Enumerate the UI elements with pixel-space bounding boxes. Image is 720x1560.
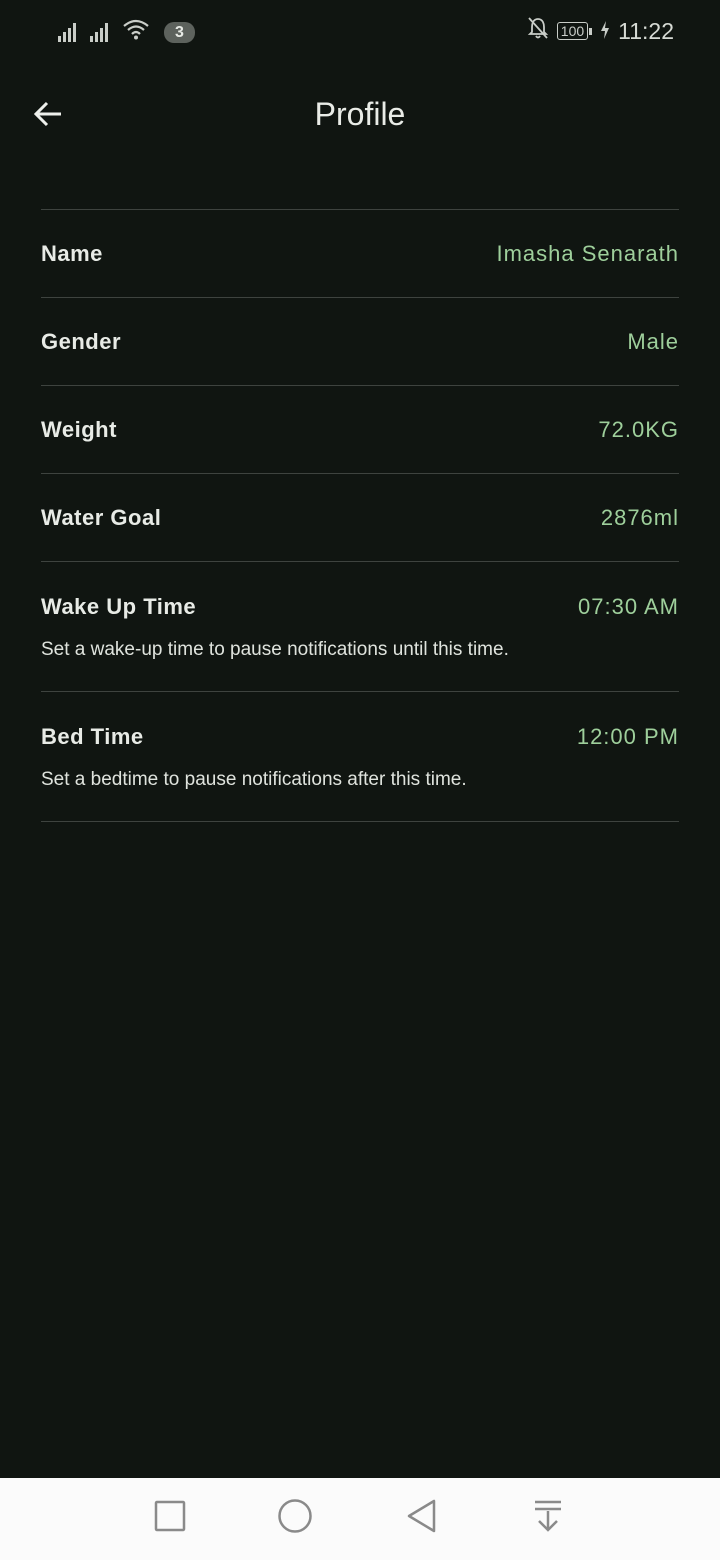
notification-pull-down-button[interactable] [530, 1500, 566, 1536]
profile-screen: 3 100 11:22 Profile Name Imasha Senarath… [0, 0, 720, 1560]
bed-time-label: Bed Time [41, 724, 144, 749]
back-nav-button[interactable] [404, 1499, 440, 1538]
status-right: 100 11:22 [527, 16, 674, 46]
gender-label: Gender [41, 328, 122, 354]
wake-up-time-description: Set a wake-up time to pause notification… [41, 639, 509, 660]
profile-settings-list: Name Imasha Senarath Gender Male Weight … [41, 209, 679, 822]
wake-up-time-row[interactable]: Wake Up Time 07:30 AM Set a wake-up time… [41, 562, 679, 692]
water-goal-label: Water Goal [41, 504, 162, 530]
home-circle-icon [277, 1498, 313, 1539]
wifi-icon [122, 18, 150, 46]
status-time: 11:22 [618, 17, 674, 44]
wake-up-time-value: 07:30 AM [578, 594, 679, 619]
recents-button[interactable] [152, 1500, 188, 1536]
status-bar: 3 100 11:22 [0, 0, 720, 60]
wake-up-time-header: Wake Up Time 07:30 AM [41, 594, 679, 620]
home-button[interactable] [277, 1498, 313, 1539]
bed-time-header: Bed Time 12:00 PM [41, 724, 679, 750]
system-nav-bar [0, 1478, 720, 1560]
gender-value: Male [627, 328, 679, 354]
name-label: Name [41, 240, 103, 266]
wake-up-time-label: Wake Up Time [41, 594, 197, 619]
bed-time-description: Set a bedtime to pause notifications aft… [41, 769, 467, 790]
signal-icon [90, 22, 108, 42]
back-triangle-icon [406, 1499, 438, 1538]
mute-bell-icon [527, 16, 549, 46]
gender-row[interactable]: Gender Male [41, 298, 679, 386]
recents-square-icon [154, 1500, 186, 1537]
name-value: Imasha Senarath [496, 240, 679, 266]
charging-icon [600, 18, 610, 45]
bed-time-value: 12:00 PM [576, 724, 679, 749]
name-row[interactable]: Name Imasha Senarath [41, 210, 679, 298]
weight-value: 72.0KG [598, 416, 679, 442]
status-left: 3 [58, 18, 195, 46]
water-goal-value: 2876ml [600, 504, 679, 530]
page-title: Profile [314, 96, 406, 132]
water-goal-row[interactable]: Water Goal 2876ml [41, 474, 679, 562]
weight-row[interactable]: Weight 72.0KG [41, 386, 679, 474]
signal-icon [58, 22, 76, 42]
notification-count-badge: 3 [164, 21, 195, 43]
app-bar: Profile [0, 60, 720, 170]
battery-icon: 100 [556, 22, 593, 40]
weight-label: Weight [41, 416, 117, 442]
notification-pull-down-icon [532, 1499, 564, 1538]
bed-time-row[interactable]: Bed Time 12:00 PM Set a bedtime to pause… [41, 692, 679, 822]
